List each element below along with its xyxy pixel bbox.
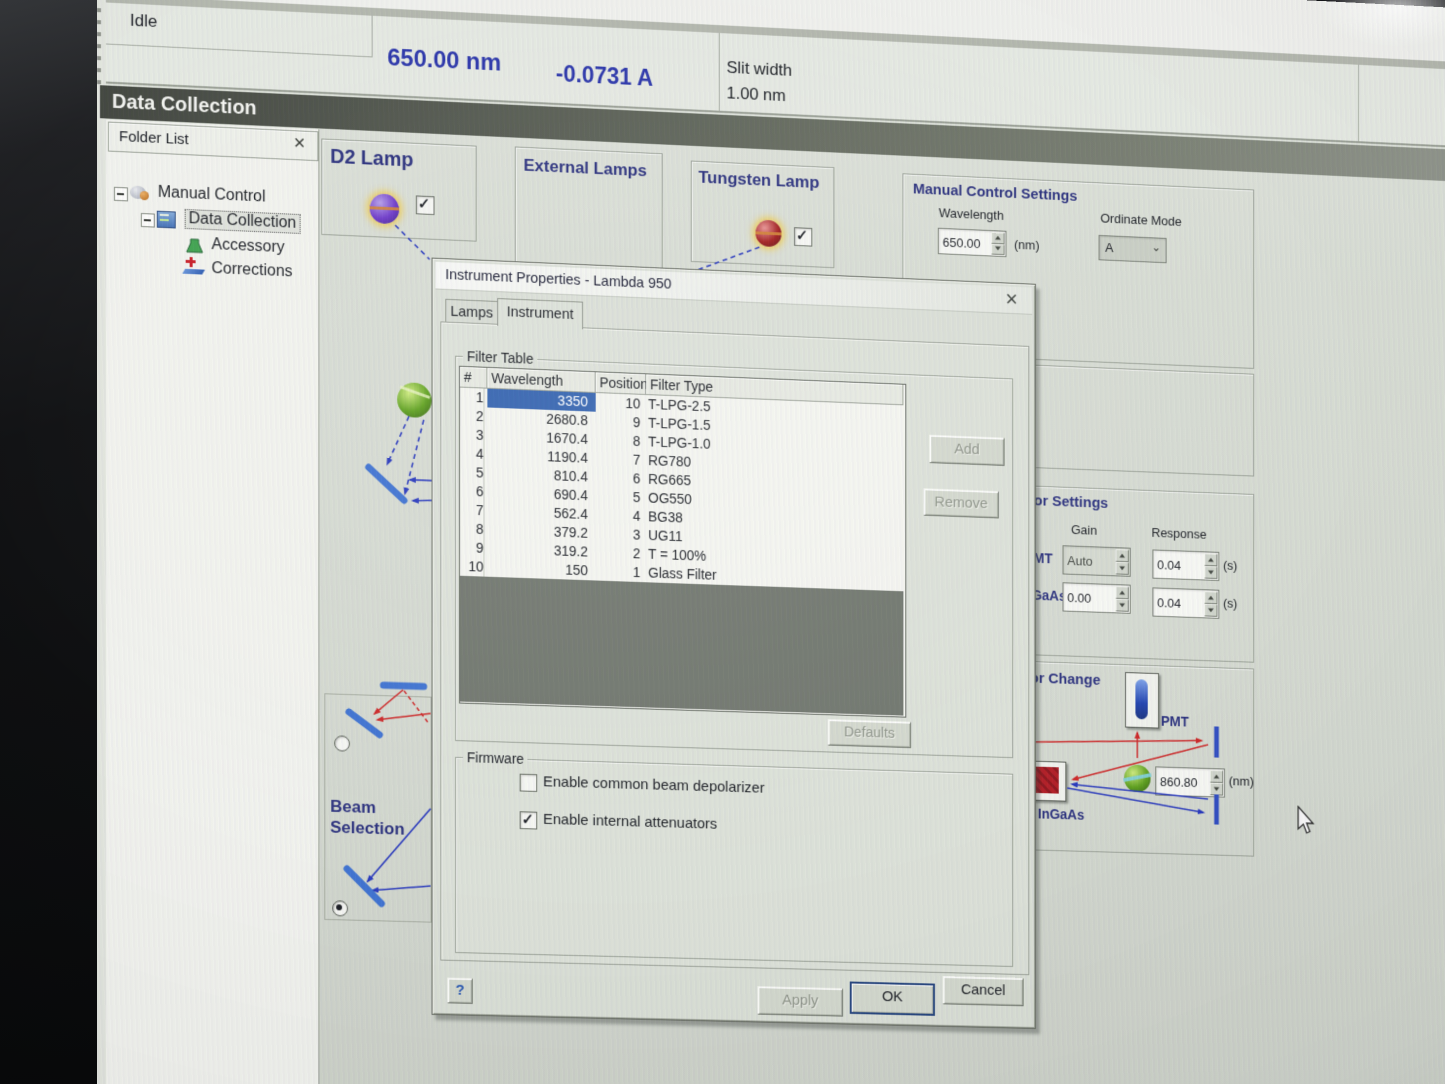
instrument-properties-dialog: Instrument Properties - Lambda 950 × Lam… xyxy=(432,258,1036,1029)
col-num: # xyxy=(460,367,487,389)
apply-button[interactable]: Apply xyxy=(757,986,843,1017)
col-position: Position xyxy=(596,372,647,395)
tab-instrument[interactable]: Instrument xyxy=(497,298,583,329)
defaults-button[interactable]: Defaults xyxy=(828,719,911,748)
photo-of-screen: { "status_bar": { "state": "Idle", "wave… xyxy=(0,0,1445,1084)
remove-button[interactable]: Remove xyxy=(923,488,998,518)
dialog-title: Instrument Properties - Lambda 950 xyxy=(445,267,671,293)
filter-table[interactable]: # Wavelength Position Filter Type 133501… xyxy=(459,366,906,718)
firmware-group-label: Firmware xyxy=(463,749,528,767)
filter-table-group-label: Filter Table xyxy=(463,348,538,367)
cancel-button[interactable]: Cancel xyxy=(943,976,1024,1006)
dialog-close-icon[interactable]: × xyxy=(1006,286,1018,312)
mouse-cursor xyxy=(1296,806,1317,836)
dialog-tab-page: Filter Table # Wavelength Position Filte… xyxy=(440,321,1029,975)
screen: Idle 650.00 nm -0.0731 A Slit width 1.00… xyxy=(0,0,1445,1084)
ok-button[interactable]: OK xyxy=(850,982,935,1016)
filter-table-rows: 1335010T-LPG-2.522680.89T-LPG-1.531670.4… xyxy=(460,388,903,592)
help-button[interactable]: ? xyxy=(447,978,472,1004)
monitor-bezel xyxy=(0,0,97,1084)
attenuators-checkbox[interactable]: ✓ xyxy=(520,811,538,829)
filter-table-empty-area xyxy=(460,576,903,716)
depolarizer-checkbox[interactable]: ✓ xyxy=(520,774,538,792)
add-button[interactable]: Add xyxy=(929,435,1004,466)
